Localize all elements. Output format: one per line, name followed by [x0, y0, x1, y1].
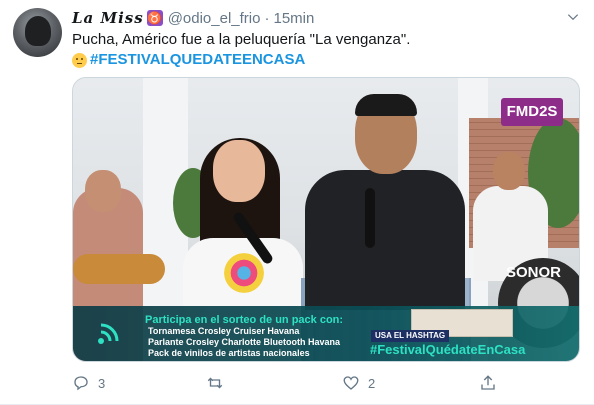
drummer-head	[493, 152, 525, 190]
share-icon	[481, 375, 495, 390]
taurus-icon: ♉	[146, 10, 163, 26]
broadcast-icon	[98, 323, 119, 344]
share-button[interactable]	[479, 372, 497, 394]
reply-count: 3	[98, 375, 106, 391]
like-count: 2	[368, 375, 376, 391]
neutral-face-emoji-icon	[72, 52, 87, 68]
promo-banner: Participa en el sorteo de un pack con: T…	[73, 306, 579, 361]
user-handle[interactable]: @odio_el_frio	[168, 10, 261, 27]
banner-prize-line: Parlante Crosley Charlotte Bluetooth Hav…	[148, 337, 341, 347]
hashtag-link[interactable]: #FESTIVALQUEDATEENCASA	[90, 50, 305, 70]
banner-prize-line: Pack de vinilos de artistas nacionales	[148, 348, 310, 358]
usa-hashtag-label: USA EL HASHTAG	[371, 330, 450, 342]
guitar	[73, 254, 165, 284]
tweet-media[interactable]: SONOR FMD2S Participa en el sorteo de un…	[72, 77, 580, 362]
reply-icon	[74, 376, 88, 391]
avatar-figure	[25, 16, 51, 46]
banner-hashtag: #FestivalQuédateEnCasa	[370, 342, 526, 357]
drum-brand-label: SONOR	[506, 264, 562, 281]
retweet-icon	[207, 377, 223, 389]
girl-face	[213, 140, 265, 202]
like-icon	[343, 376, 359, 390]
like-button[interactable]: 2	[342, 372, 375, 394]
video-frame: SONOR FMD2S Participa en el sorteo de un…	[73, 78, 579, 361]
tweet-text: Pucha, Américo fue a la peluquería "La v…	[72, 30, 580, 70]
retweet-button[interactable]	[206, 372, 232, 394]
microphone	[365, 188, 375, 248]
tweet-text-line: Pucha, Américo fue a la peluquería "La v…	[72, 31, 411, 48]
channel-logo: FMD2S	[501, 98, 563, 126]
singer-body	[305, 170, 465, 310]
hashtag-line: #FESTIVALQUEDATEENCASA	[72, 50, 580, 70]
guitarist-head	[85, 170, 121, 212]
avatar[interactable]	[13, 8, 62, 57]
chevron-down-icon[interactable]	[566, 10, 580, 24]
timestamp[interactable]: 15min	[273, 10, 314, 27]
banner-prize-line: Tornamesa Crosley Cruiser Havana	[148, 326, 300, 336]
display-name[interactable]: La Miss	[72, 9, 144, 27]
tweet-header: La Miss ♉ @odio_el_frio · 15min	[72, 8, 564, 28]
reply-button[interactable]: 3	[72, 372, 105, 394]
tweet-actions: 3 2	[72, 372, 512, 394]
separator: ·	[264, 9, 270, 27]
tweet[interactable]: La Miss ♉ @odio_el_frio · 15min Pucha, A…	[0, 0, 594, 405]
banner-heading: Participa en el sorteo de un pack con:	[145, 314, 344, 326]
singer-hair	[355, 94, 417, 116]
